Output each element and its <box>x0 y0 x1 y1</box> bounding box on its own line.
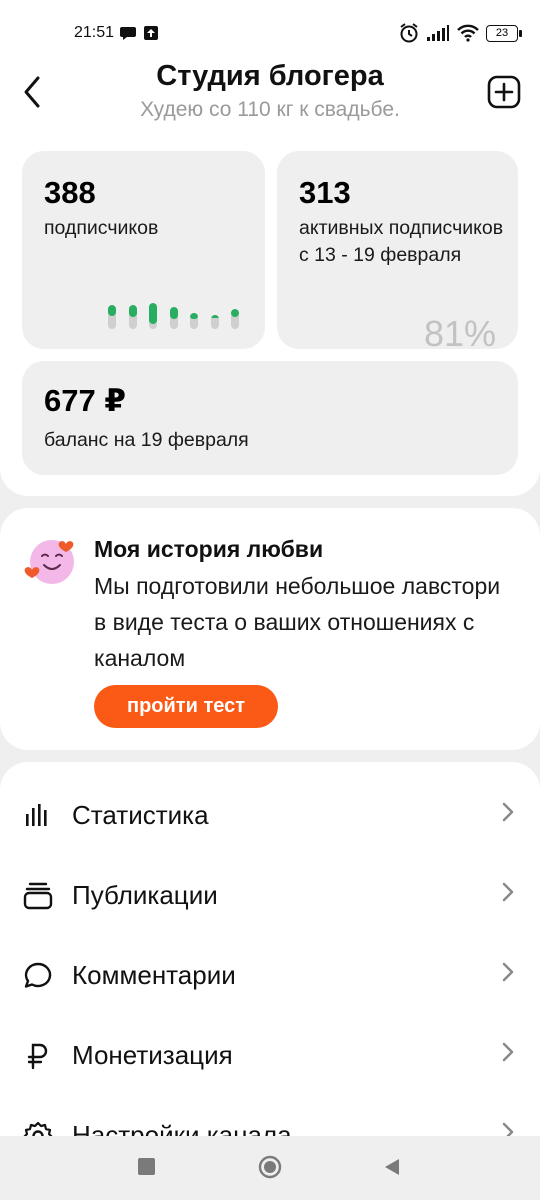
menu-item-monetization[interactable]: Монетизация <box>0 1010 540 1090</box>
status-right-icons: 23 <box>398 22 522 44</box>
mini-bar <box>108 305 116 329</box>
blogger-studio-summary: Студия блогера Худею со 110 кг к свадьбе… <box>0 58 540 496</box>
menu-label-publications: Публикации <box>72 880 218 910</box>
system-navigation-bar <box>0 1136 540 1200</box>
heart-face-emoji-icon <box>22 532 78 588</box>
page-title: Студия блогера <box>156 60 384 92</box>
wifi-icon <box>457 24 479 42</box>
active-subscribers-card[interactable]: 313 активных подписчиков с 13 - 19 февра… <box>277 151 518 349</box>
mini-bar-fill <box>190 313 198 319</box>
stack-icon <box>23 882 53 910</box>
chevron-right-icon <box>502 802 514 822</box>
upload-icon <box>144 26 158 40</box>
chevron-right-icon <box>502 962 514 982</box>
mini-bar <box>169 307 178 329</box>
take-test-button[interactable]: пройти тест <box>94 685 278 728</box>
ruble-icon <box>27 1043 48 1070</box>
status-time: 21:51 <box>74 24 115 41</box>
mini-bar <box>128 305 137 329</box>
balance-card[interactable]: 677 ₽ баланс на 19 февраля <box>22 361 518 475</box>
mini-bar-fill <box>108 305 116 316</box>
mini-bar <box>190 313 198 329</box>
recent-apps-button[interactable] <box>138 1158 155 1175</box>
chevron-right-icon <box>502 1042 514 1062</box>
menu-item-comments[interactable]: Комментарии <box>0 930 540 1010</box>
promo-title: Моя история любви <box>94 536 324 562</box>
status-left-icons <box>120 24 160 47</box>
mini-bar-fill <box>231 309 239 317</box>
menu-item-statistics[interactable]: Статистика <box>0 770 540 850</box>
active-percent: 81% <box>423 313 496 349</box>
menu-item-channel-settings[interactable]: Настройки канала <box>0 1090 540 1142</box>
chevron-right-icon <box>502 882 514 902</box>
add-button[interactable] <box>486 74 522 110</box>
mini-bar-fill <box>169 307 178 319</box>
subscribers-label: подписчиков <box>44 217 159 239</box>
alarm-icon <box>400 23 418 43</box>
mini-bar-fill <box>210 315 219 318</box>
subscribers-card[interactable]: 388 подписчиков <box>22 151 265 349</box>
promo-text: Мы подготовили небольшое лавстори в виде… <box>94 573 501 671</box>
active-subscribers-count: 313 <box>299 175 351 210</box>
comment-icon <box>24 962 52 988</box>
menu-item-publications[interactable]: Публикации <box>0 850 540 930</box>
mini-bar <box>231 309 239 329</box>
mini-bar-fill <box>149 303 157 324</box>
menu-label-statistics: Статистика <box>72 800 209 830</box>
system-back-button[interactable] <box>382 1157 402 1177</box>
home-button[interactable] <box>258 1155 282 1179</box>
mini-bar-fill <box>128 305 137 317</box>
mini-bar <box>149 303 157 329</box>
subscribers-count: 388 <box>44 175 96 210</box>
active-subscribers-label: активных подписчиков с 13 - 19 февраля <box>299 217 504 266</box>
signal-icon <box>427 25 449 41</box>
love-story-promo-card: Моя история любви Мы подготовили небольш… <box>0 508 540 750</box>
studio-menu: Статистика Публикации Комментарии Монети… <box>0 762 540 1142</box>
page-subtitle: Худею со 110 кг к свадьбе. <box>140 98 400 121</box>
battery-icon: 23 <box>486 24 522 42</box>
mini-bar <box>210 315 219 329</box>
balance-label: баланс на 19 февраля <box>44 429 249 451</box>
menu-label-comments: Комментарии <box>72 960 236 990</box>
bar-chart-icon <box>26 804 47 826</box>
chat-bubble-icon <box>120 27 136 40</box>
plus-square-icon <box>487 75 521 109</box>
subscribers-mini-chart <box>108 299 240 339</box>
balance-amount: 677 ₽ <box>44 383 126 418</box>
menu-label-monetization: Монетизация <box>72 1040 233 1070</box>
status-bar: 21:51 23 <box>0 0 540 58</box>
